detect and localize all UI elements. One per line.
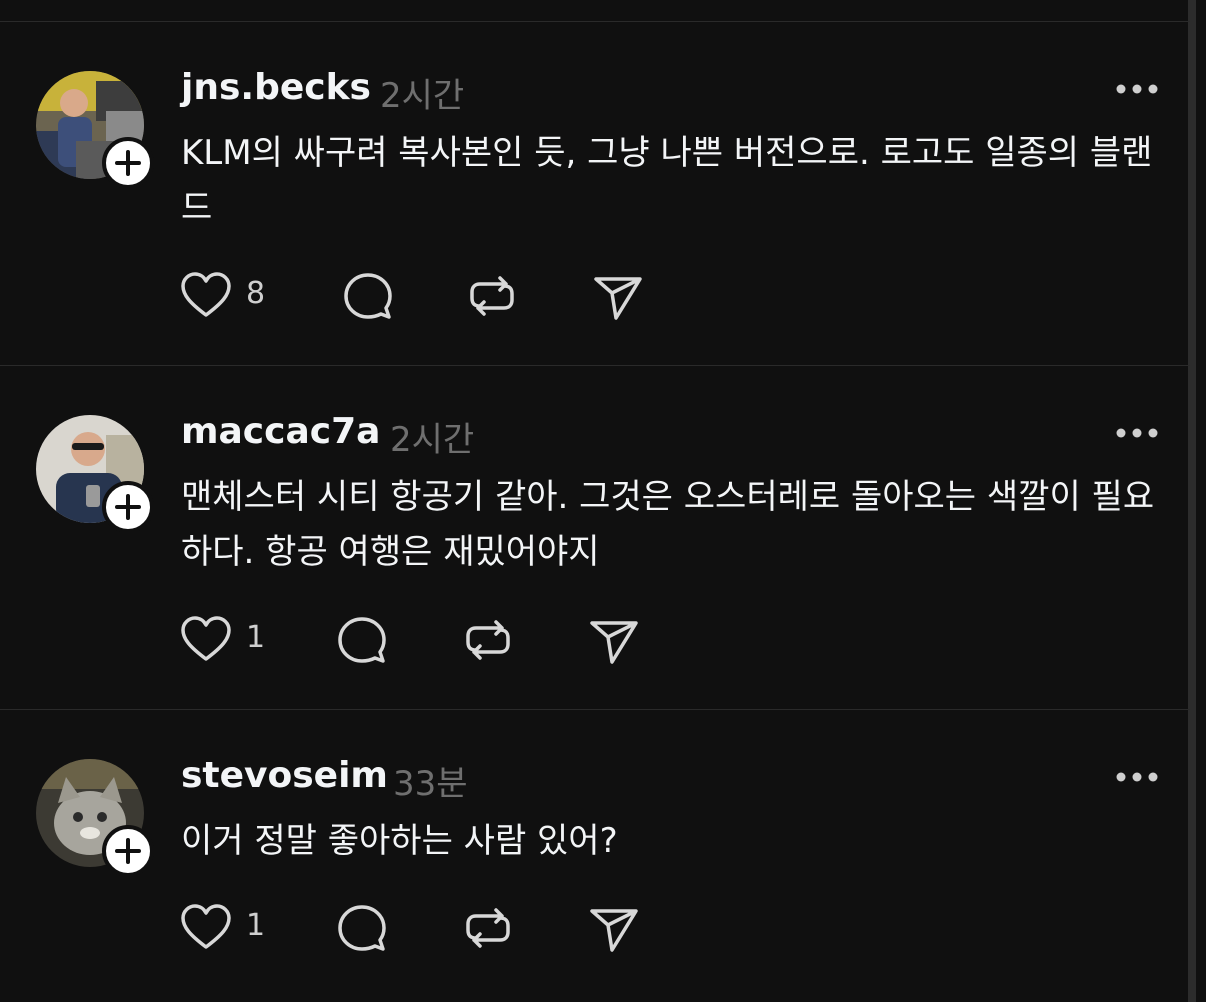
- post-text: 이거 정말 좋아하는 사람 있어?: [181, 821, 618, 861]
- repost-icon[interactable]: [462, 902, 514, 954]
- post-text: KLM의 싸구려 복사본인 듯, 그냥 나쁜 버전으로. 로고도 일종의 블랜드: [181, 133, 1153, 228]
- post-text: 맨체스터 시티 항공기 같아. 그것은 오스터레로 돌아오는 색깔이 필요하다.…: [181, 477, 1155, 572]
- post-3: stevoseim 33분 이거 정말 좋아하는 사람 있어? 1: [0, 710, 1190, 1002]
- username[interactable]: jns.becks: [181, 67, 371, 108]
- plus-icon: [115, 150, 141, 176]
- heart-icon[interactable]: [180, 902, 232, 954]
- like-count: 1: [246, 908, 266, 943]
- post-2: maccac7a 2시간 맨체스터 시티 항공기 같아. 그것은 오스터레로 돌…: [0, 366, 1190, 710]
- follow-button[interactable]: [102, 825, 154, 877]
- post-time: 33분: [393, 764, 468, 804]
- repost-icon[interactable]: [462, 614, 514, 666]
- username[interactable]: stevoseim: [181, 755, 388, 796]
- follow-button[interactable]: [102, 137, 154, 189]
- username[interactable]: maccac7a: [181, 411, 380, 452]
- send-icon[interactable]: [588, 902, 640, 954]
- comment-icon[interactable]: [342, 270, 394, 322]
- send-icon[interactable]: [588, 614, 640, 666]
- send-icon[interactable]: [592, 270, 644, 322]
- comment-icon[interactable]: [336, 614, 388, 666]
- repost-icon[interactable]: [466, 270, 518, 322]
- more-icon[interactable]: [1114, 81, 1160, 97]
- more-icon[interactable]: [1114, 425, 1160, 441]
- comment-icon[interactable]: [336, 902, 388, 954]
- like-count: 8: [246, 276, 266, 311]
- heart-icon[interactable]: [180, 270, 232, 322]
- follow-button[interactable]: [102, 481, 154, 533]
- heart-icon[interactable]: [180, 614, 232, 666]
- plus-icon: [115, 494, 141, 520]
- like-count: 1: [246, 620, 266, 655]
- post-time: 2시간: [380, 76, 465, 116]
- post-time: 2시간: [390, 420, 475, 460]
- plus-icon: [115, 838, 141, 864]
- post-1: jns.becks 2시간 KLM의 싸구려 복사본인 듯, 그냥 나쁜 버전으…: [0, 22, 1190, 366]
- more-icon[interactable]: [1114, 769, 1160, 785]
